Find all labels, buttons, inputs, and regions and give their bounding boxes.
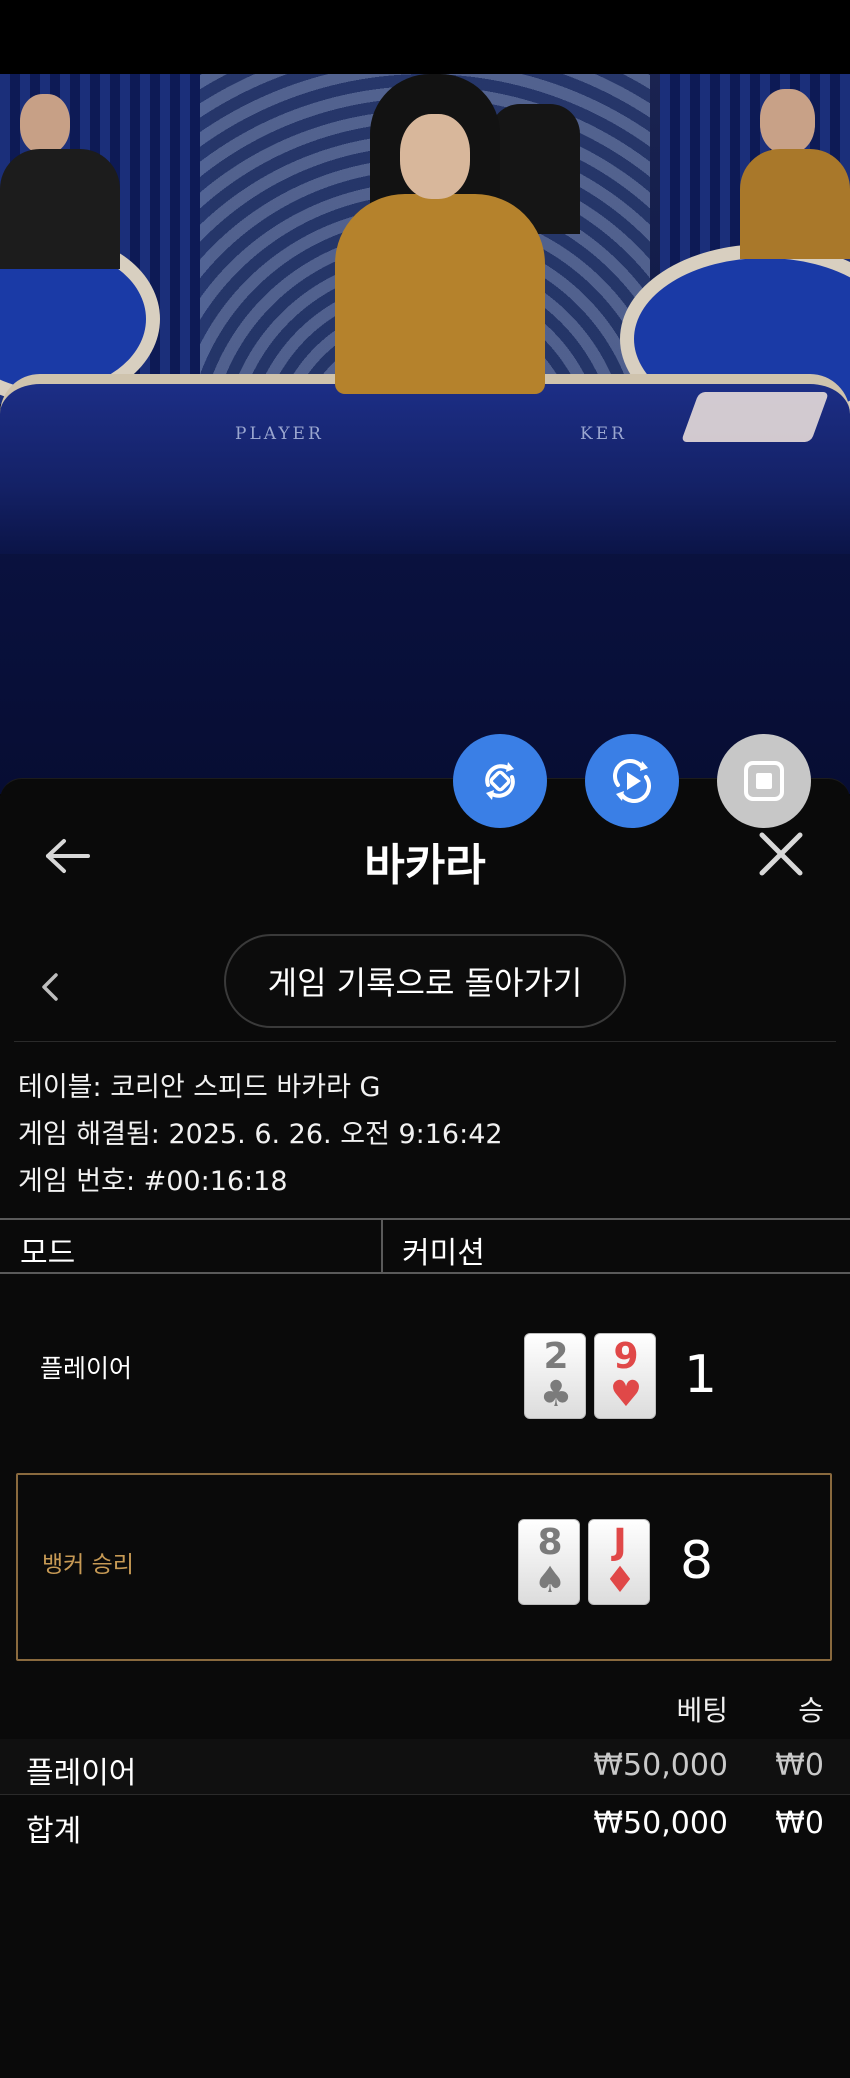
club-icon: ♣	[539, 1374, 573, 1415]
bet-row-win: ₩0	[775, 1748, 824, 1783]
chevron-left-icon[interactable]	[36, 967, 66, 1007]
mode-row: 모드 커미션	[0, 1218, 850, 1274]
page-title: 바카라	[364, 840, 486, 891]
card-shoe	[680, 392, 830, 442]
diamond-icon: ♦	[603, 1560, 637, 1601]
replay-button[interactable]	[585, 734, 679, 828]
dealer	[330, 74, 550, 444]
bet-row-amount: ₩50,000	[593, 1748, 728, 1783]
stop-icon	[744, 761, 784, 801]
table-print-banker: KER	[580, 424, 627, 444]
game-number: 게임 번호: #00:16:18	[18, 1166, 288, 1197]
column-divider	[381, 1220, 383, 1272]
resolved-time: 게임 해결됨: 2025. 6. 26. 오전 9:16:42	[18, 1119, 503, 1150]
rotate-button[interactable]	[453, 734, 547, 828]
background-person-left	[0, 84, 130, 274]
banker-card-1: 8 ♠	[518, 1519, 580, 1605]
player-hand-label: 플레이어	[40, 1354, 133, 1383]
replay-icon	[613, 759, 651, 803]
mode-label: 모드	[20, 1236, 76, 1271]
back-to-history-button[interactable]: 게임 기록으로 돌아가기	[224, 934, 626, 1028]
live-video[interactable]: PLAYER KER	[0, 74, 850, 794]
banker-hand-label: 뱅커 승리	[42, 1552, 134, 1578]
bet-column-header: 베팅	[676, 1694, 728, 1727]
heart-icon: ♥	[609, 1374, 643, 1415]
total-row-amount: ₩50,000	[593, 1806, 728, 1841]
divider	[14, 1041, 836, 1042]
close-icon[interactable]	[754, 827, 808, 881]
commission-label: 커미션	[402, 1236, 485, 1271]
table-name: 테이블: 코리안 스피드 바카라 G	[18, 1072, 381, 1103]
bet-row-name: 플레이어	[26, 1756, 137, 1791]
player-card-1: 2 ♣	[524, 1333, 586, 1419]
player-card-2: 9 ♥	[594, 1333, 656, 1419]
table-row-total: 합계 ₩50,000 ₩0	[0, 1797, 850, 1853]
banker-card-2: J ♦	[588, 1519, 650, 1605]
background-person-right	[730, 84, 850, 274]
win-column-header: 승	[798, 1694, 824, 1727]
total-row-win: ₩0	[775, 1806, 824, 1841]
game-history-sheet: 바카라 게임 기록으로 돌아가기 테이블: 코리안 스피드 바카라 G 게임 해…	[0, 778, 850, 2078]
banker-score: 8	[680, 1531, 714, 1591]
total-row-name: 합계	[26, 1814, 82, 1849]
page: PLAYER KER 바카라 게임 기록으로 돌아가기 테이블: 코리안 스피드…	[0, 0, 850, 2078]
table-row: 플레이어 ₩50,000 ₩0	[0, 1739, 850, 1795]
spade-icon: ♠	[533, 1560, 567, 1601]
player-score: 1	[684, 1345, 718, 1405]
stop-button[interactable]	[717, 734, 811, 828]
table-print-player: PLAYER	[235, 424, 324, 444]
status-bar	[0, 0, 850, 74]
rotate-icon	[485, 762, 515, 800]
